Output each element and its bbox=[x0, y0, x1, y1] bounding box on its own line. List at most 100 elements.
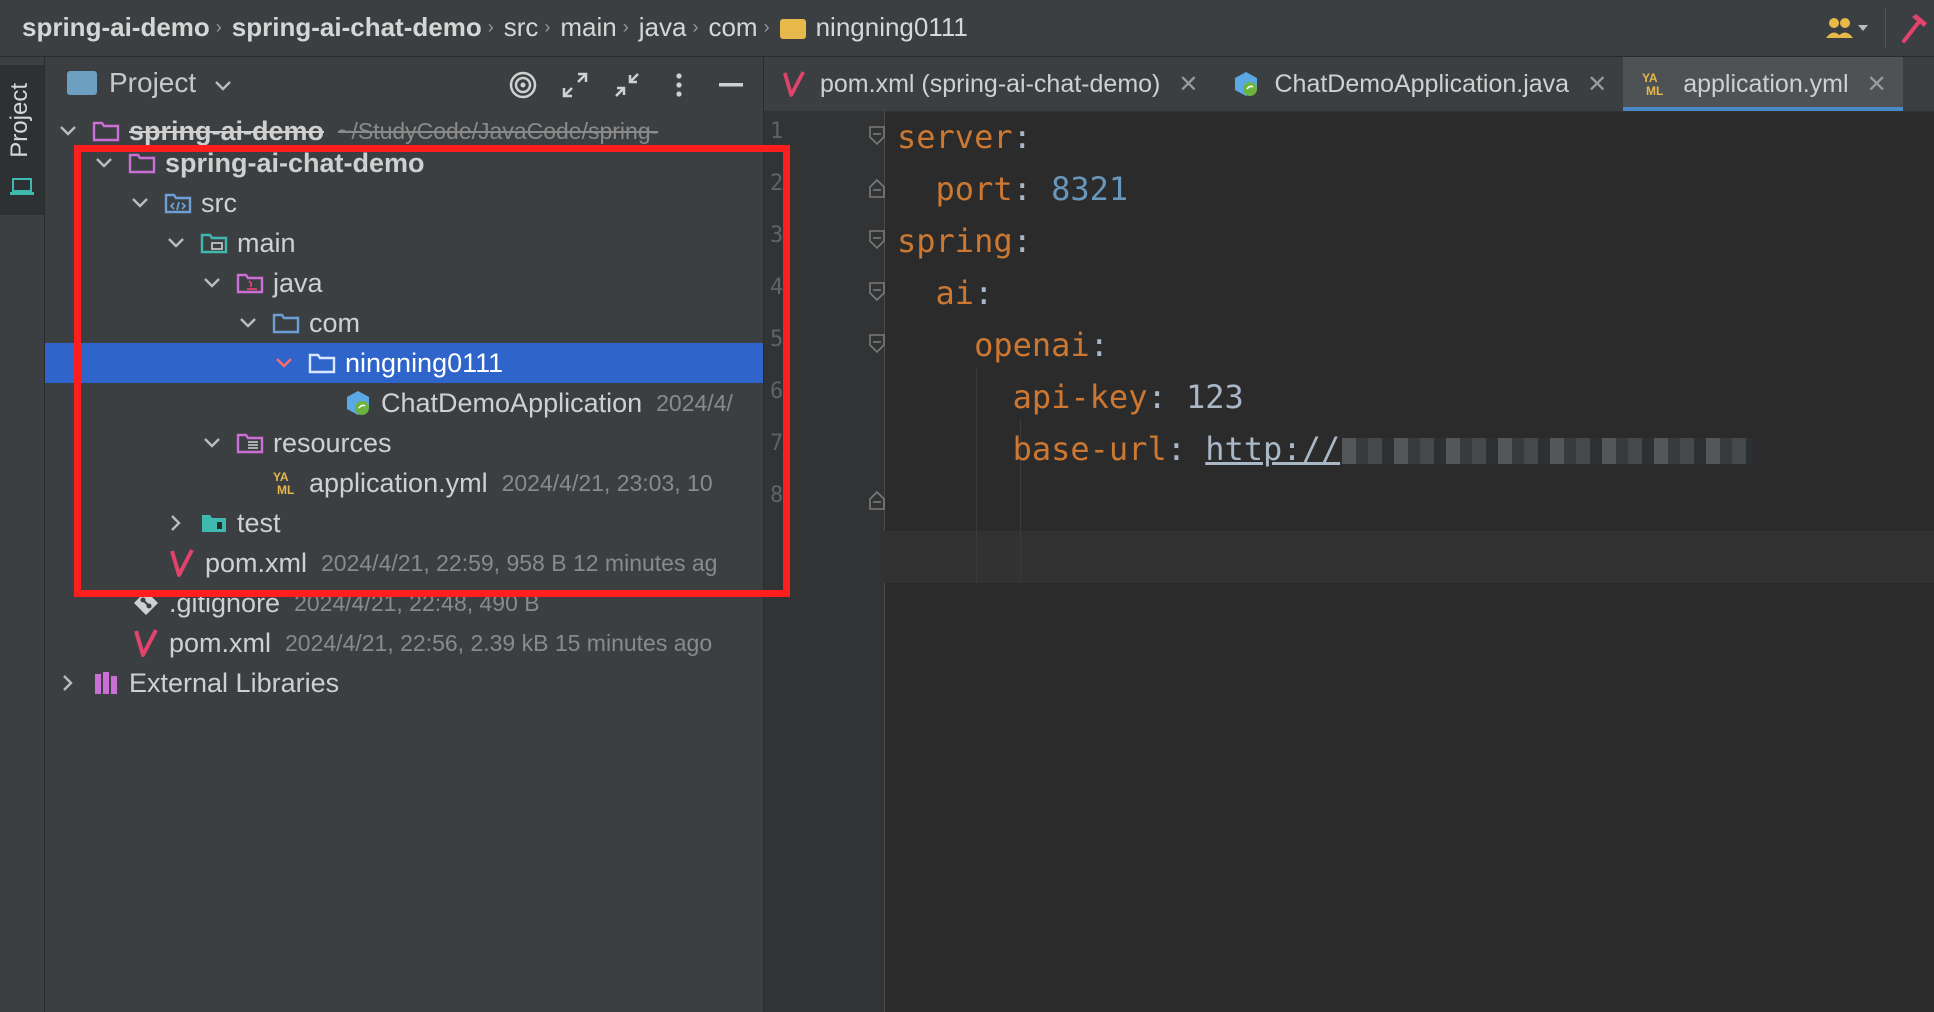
breadcrumb-item[interactable]: java bbox=[639, 12, 687, 43]
breadcrumb-item[interactable]: com bbox=[708, 12, 757, 43]
tree-item-label: java bbox=[273, 267, 323, 298]
svg-text:ML: ML bbox=[1646, 84, 1663, 98]
fold-collapse-icon[interactable] bbox=[868, 281, 886, 303]
line-number: 6 bbox=[770, 379, 784, 404]
tool-window-strip: Project bbox=[0, 57, 45, 1012]
tree-item-spring-ai-chat-demo[interactable]: spring-ai-chat-demo bbox=[45, 143, 763, 183]
maven-icon bbox=[131, 629, 161, 657]
tree-item-label: .gitignore bbox=[169, 587, 281, 618]
maven-icon bbox=[167, 549, 197, 577]
toolbar-divider bbox=[1885, 8, 1886, 48]
tree-item-application-yml[interactable]: YA ML application.yml 2024/4/21, 23:03, 1… bbox=[45, 463, 763, 503]
tree-item-gitignore[interactable]: .gitignore 2024/4/21, 22:48, 490 B bbox=[45, 583, 763, 623]
fold-collapse-icon[interactable] bbox=[868, 125, 886, 147]
spring-class-icon bbox=[343, 389, 373, 417]
editor-area: pom.xml (spring-ai-chat-demo) ✕ ChatDemo… bbox=[764, 57, 1934, 1012]
tab-label: ChatDemoApplication.java bbox=[1274, 69, 1570, 98]
java-source-folder-icon bbox=[235, 269, 265, 297]
maven-icon bbox=[782, 70, 806, 98]
chevron-down-icon[interactable] bbox=[163, 230, 189, 256]
chevron-right-icon[interactable] bbox=[163, 510, 189, 536]
fold-collapse-icon[interactable] bbox=[868, 333, 886, 355]
tree-item-external-libraries[interactable]: External Libraries bbox=[45, 663, 763, 703]
fold-end-icon[interactable] bbox=[868, 489, 886, 511]
redacted-url-blur bbox=[1342, 438, 1753, 464]
chevron-down-icon[interactable] bbox=[271, 350, 297, 376]
tree-item-java[interactable]: java bbox=[45, 263, 763, 303]
tree-item-meta: 2024/4/21, 22:56, 2.39 kB 15 minutes ago bbox=[285, 629, 713, 656]
close-icon[interactable]: ✕ bbox=[1587, 70, 1607, 99]
tree-item-test[interactable]: test bbox=[45, 503, 763, 543]
test-folder-icon bbox=[199, 509, 229, 537]
laptop-icon bbox=[10, 177, 34, 202]
chevron-right-icon[interactable] bbox=[55, 670, 81, 696]
tree-item-meta: 2024/4/ bbox=[656, 389, 733, 416]
spring-class-icon bbox=[1232, 70, 1260, 98]
breadcrumb-item[interactable]: ningning0111 bbox=[816, 12, 968, 43]
tree-item-meta: ~/StudyCode/JavaCode/spring- bbox=[338, 117, 659, 144]
tree-item-com[interactable]: com bbox=[45, 303, 763, 343]
tab-application-yml[interactable]: YA ML application.yml ✕ bbox=[1623, 57, 1904, 111]
navigation-bar: spring-ai-demo › spring-ai-chat-demo › src… bbox=[0, 0, 1934, 57]
breadcrumb-item[interactable]: spring-ai-demo bbox=[22, 12, 210, 43]
close-icon[interactable]: ✕ bbox=[1867, 70, 1887, 99]
collapse-all-icon[interactable] bbox=[601, 65, 653, 105]
tree-item-module-pom-xml[interactable]: pom.xml 2024/4/21, 22:59, 958 B 12 minut… bbox=[45, 543, 763, 583]
tree-item-chatdemoapplication[interactable]: ChatDemoApplication 2024/4/ bbox=[45, 383, 763, 423]
breadcrumb-item[interactable]: src bbox=[504, 12, 539, 43]
code-line-5: openai: bbox=[974, 326, 1109, 364]
fold-collapse-icon[interactable] bbox=[868, 229, 886, 251]
line-number: 2 bbox=[770, 171, 784, 196]
package-folder-icon bbox=[271, 309, 301, 337]
tree-item-main[interactable]: main bbox=[45, 223, 763, 263]
chevron-down-icon[interactable] bbox=[91, 150, 117, 176]
project-panel-header: Project bbox=[45, 57, 763, 111]
tree-item-root-pom-xml[interactable]: pom.xml 2024/4/21, 22:56, 2.39 kB 15 min… bbox=[45, 623, 763, 663]
chevron-down-icon[interactable] bbox=[199, 270, 225, 296]
tree-item-label: External Libraries bbox=[129, 667, 340, 698]
chevron-down-icon[interactable] bbox=[199, 430, 225, 456]
chevron-down-icon[interactable] bbox=[235, 310, 261, 336]
chevron-down-icon[interactable] bbox=[127, 190, 153, 216]
editor-tabs: pom.xml (spring-ai-chat-demo) ✕ ChatDemo… bbox=[764, 57, 1934, 112]
package-folder-icon bbox=[307, 349, 337, 377]
tab-pom-xml[interactable]: pom.xml (spring-ai-chat-demo) ✕ bbox=[764, 57, 1214, 111]
tab-chatdemoapplication-java[interactable]: ChatDemoApplication.java ✕ bbox=[1214, 57, 1623, 111]
fold-end-icon[interactable] bbox=[868, 177, 886, 199]
breadcrumb-item[interactable]: spring-ai-chat-demo bbox=[232, 12, 482, 43]
project-panel: Project spring-ai-demo ~/StudyCode/JavaC… bbox=[45, 57, 764, 1012]
chevron-down-icon[interactable] bbox=[55, 118, 81, 144]
close-icon[interactable]: ✕ bbox=[1178, 70, 1198, 99]
project-view-selector[interactable]: Project bbox=[67, 67, 232, 99]
line-number-gutter: 1 2 3 4 5 6 7 8 bbox=[764, 111, 885, 1012]
source-folder-icon bbox=[163, 189, 193, 217]
code-line-4: ai: bbox=[935, 274, 994, 312]
more-options-icon[interactable] bbox=[653, 65, 705, 105]
breadcrumb-separator-icon: › bbox=[763, 17, 770, 37]
line-number: 7 bbox=[770, 431, 784, 456]
libraries-icon bbox=[91, 669, 121, 697]
tree-item-src[interactable]: src bbox=[45, 183, 763, 223]
folder-icon bbox=[199, 229, 229, 257]
locate-target-icon[interactable] bbox=[497, 65, 549, 105]
code-line-1: server: bbox=[897, 118, 1032, 156]
line-number: 5 bbox=[770, 327, 784, 352]
code-editor[interactable]: server: port: 8321 spring: ai: openai: a… bbox=[897, 111, 1934, 1012]
project-tool-window-tab[interactable]: Project bbox=[0, 65, 44, 215]
base-url-link[interactable]: http:// bbox=[1205, 430, 1340, 468]
tree-item-ningning0111[interactable]: ningning0111 bbox=[45, 343, 763, 383]
tree-item-resources[interactable]: resources bbox=[45, 423, 763, 463]
tree-item-meta: 2024/4/21, 23:03, 10 bbox=[501, 469, 713, 496]
hide-panel-icon[interactable] bbox=[705, 65, 757, 105]
tree-item-label: spring-ai-demo bbox=[129, 115, 325, 146]
breadcrumb-separator-icon: › bbox=[544, 17, 551, 37]
breadcrumb-item[interactable]: main bbox=[560, 12, 616, 43]
breadcrumb-separator-icon: › bbox=[215, 17, 222, 37]
svg-text:YA: YA bbox=[1642, 71, 1658, 85]
expand-all-icon[interactable] bbox=[549, 65, 601, 105]
build-hammer-icon[interactable] bbox=[1894, 0, 1934, 56]
tab-label: application.yml bbox=[1683, 69, 1849, 98]
resources-folder-icon bbox=[235, 429, 265, 457]
code-with-me-icon[interactable] bbox=[1817, 0, 1877, 56]
code-line-3: spring: bbox=[897, 222, 1032, 260]
